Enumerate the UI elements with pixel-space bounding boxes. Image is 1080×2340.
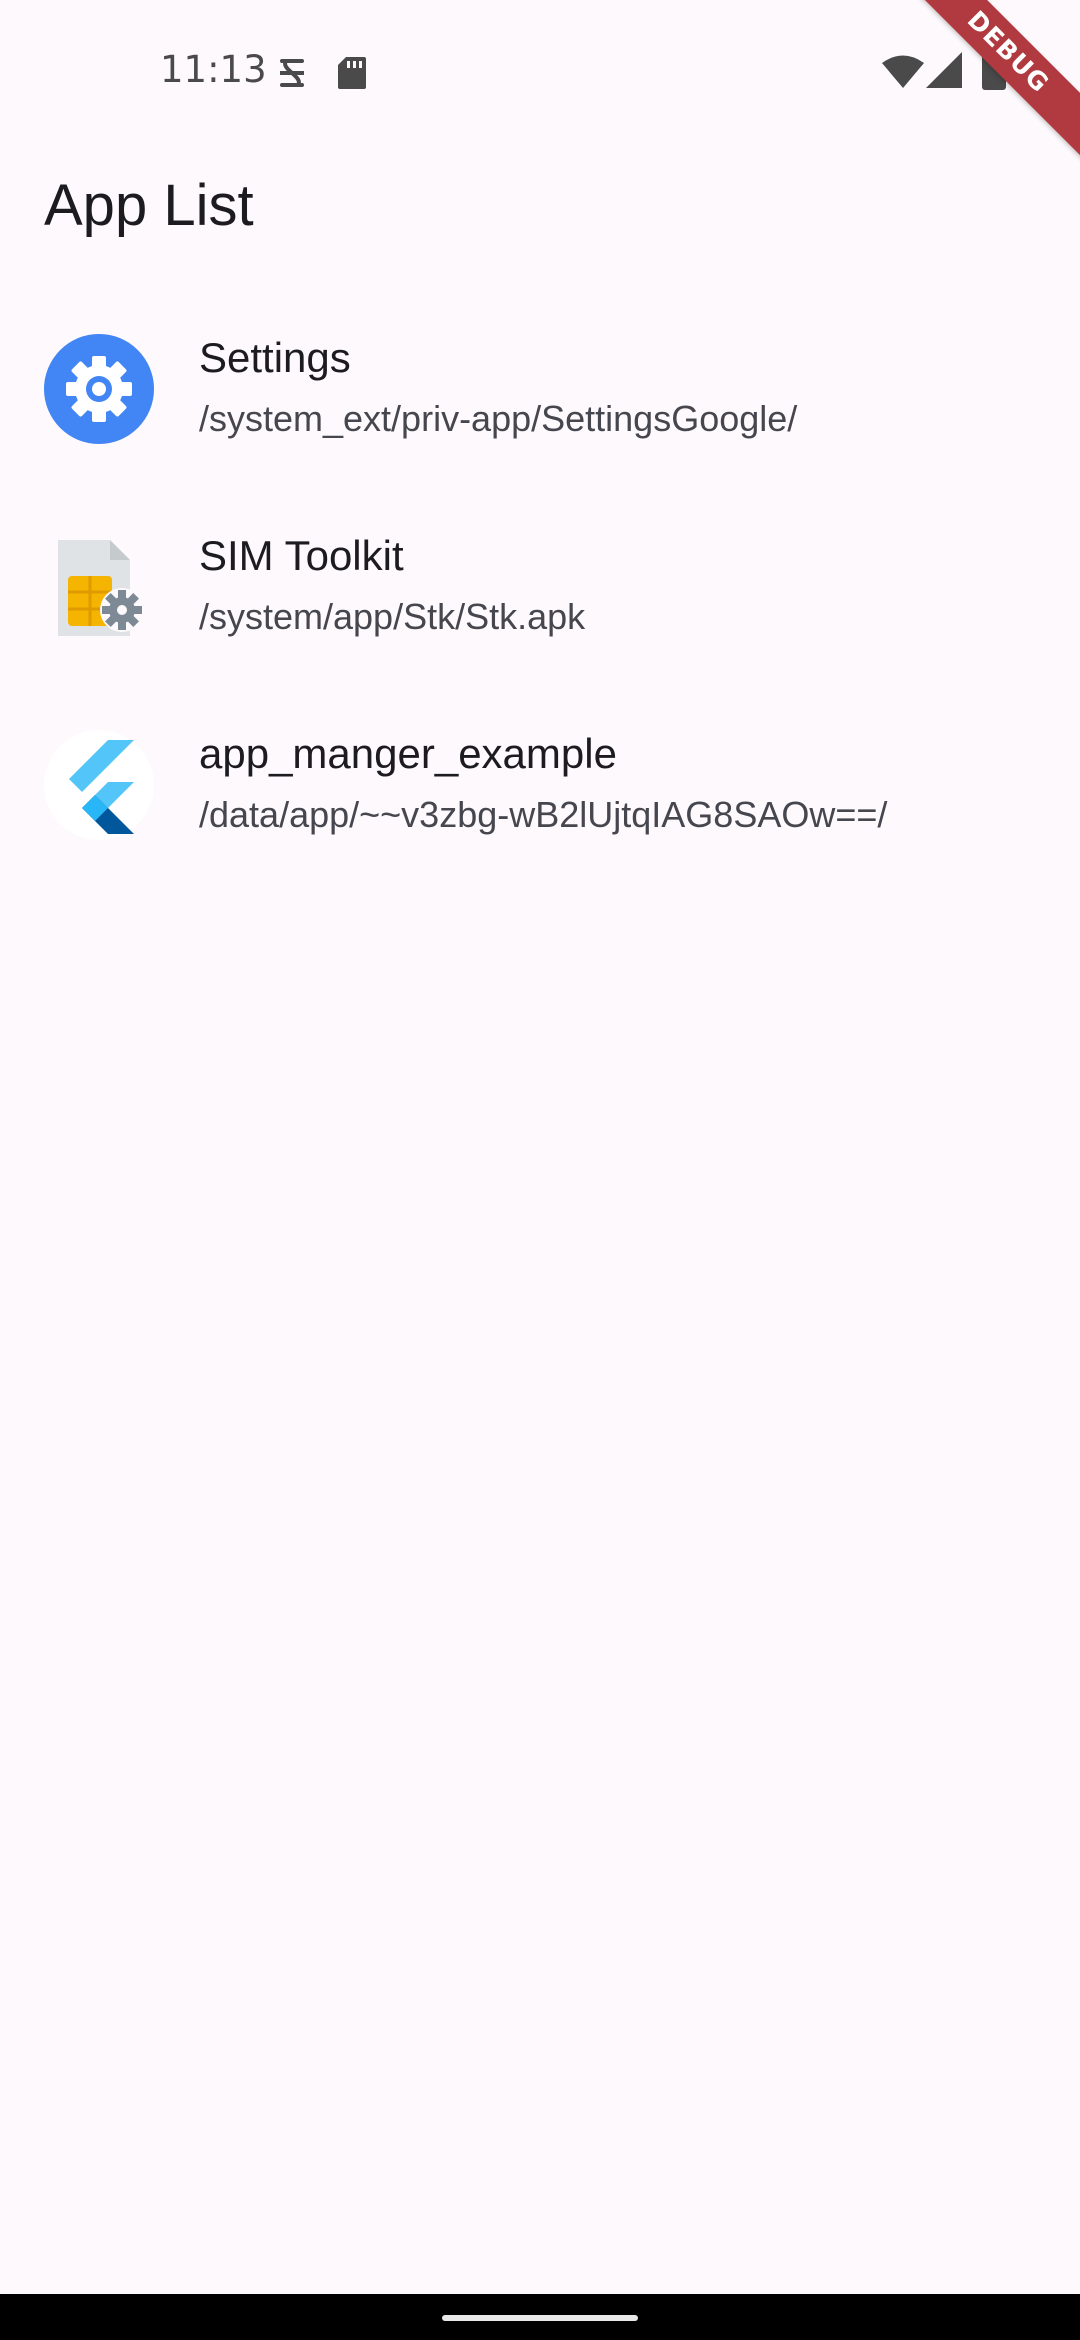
app-path: /data/app/~~v3zbg-wB2lUjtqIAG8SAOw==/: [199, 794, 888, 835]
wifi-icon: [882, 55, 924, 88]
list-item-sim-toolkit[interactable]: SIM Toolkit /system/app/Stk/Stk.apk: [0, 490, 1080, 688]
app-list: Settings /system_ext/priv-app/SettingsGo…: [0, 292, 1080, 886]
signal-icon: [926, 52, 962, 88]
app-name: SIM Toolkit: [199, 532, 404, 579]
flutter-logo-icon: [44, 730, 154, 840]
status-bar: 11:13 DEBUG: [0, 0, 1080, 160]
app-name: app_manger_example: [199, 730, 617, 777]
app-path: /system/app/Stk/Stk.apk: [199, 596, 586, 637]
app-name: Settings: [199, 334, 351, 381]
status-time: 11:13: [160, 48, 267, 91]
sd-card-icon: [338, 57, 366, 89]
navigation-bar: [0, 2294, 1080, 2340]
settings-gear-icon: [44, 334, 154, 444]
sim-toolkit-icon: [58, 540, 144, 636]
page-title: App List: [44, 173, 254, 238]
app-path: /system_ext/priv-app/SettingsGoogle/: [199, 398, 798, 439]
list-item-settings[interactable]: Settings /system_ext/priv-app/SettingsGo…: [0, 292, 1080, 490]
data-saver-icon: [280, 59, 304, 87]
gesture-handle[interactable]: [442, 2315, 638, 2321]
list-item-app-manager-example[interactable]: app_manger_example /data/app/~~v3zbg-wB2…: [0, 688, 1080, 886]
